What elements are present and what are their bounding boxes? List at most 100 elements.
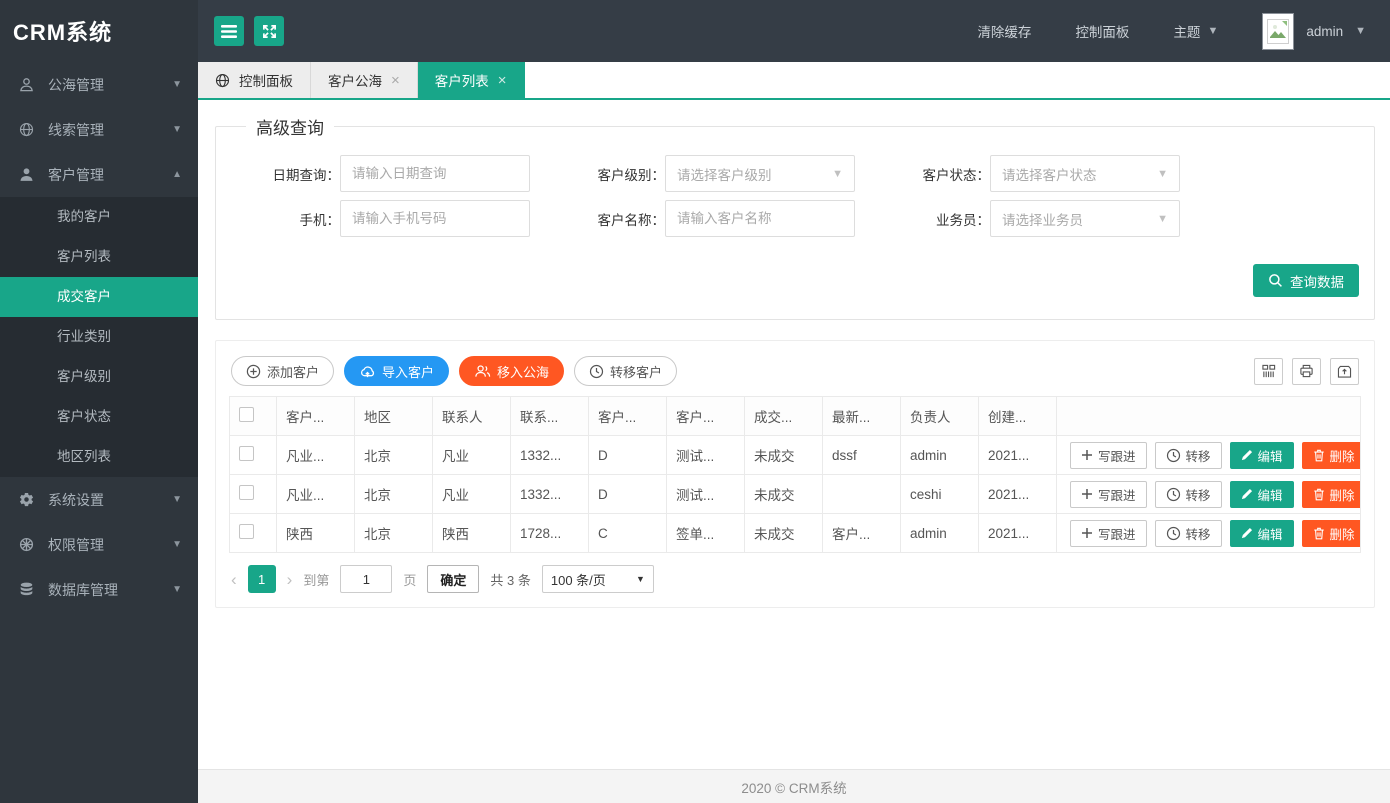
tab-bar: 控制面板客户公海×客户列表× <box>198 62 1390 100</box>
total-count: 共 3 条 <box>490 570 530 589</box>
table-row: 凡业...北京凡业1332...D测试...未成交ceshi2021...写跟进… <box>230 475 1361 514</box>
query-field-salesman: 业务员：请选择业务员▼ <box>878 200 1203 237</box>
table-cell: 2021... <box>979 436 1057 475</box>
sidebar-item-public-sea[interactable]: 公海管理▼ <box>0 62 198 107</box>
button-label: 写跟进 <box>1098 485 1136 504</box>
topbar-link-control-panel[interactable]: 控制面板 <box>1075 21 1129 41</box>
theme-menu[interactable]: 主题 ▼ <box>1173 21 1218 41</box>
move-to-sea-button[interactable]: 移入公海 <box>459 356 564 386</box>
add-customer-button[interactable]: 添加客户 <box>231 356 334 386</box>
query-field-customer-level: 客户级别：请选择客户级别▼ <box>553 155 878 192</box>
sidebar-item-label: 线索管理 <box>48 120 104 140</box>
columns-button[interactable] <box>1254 358 1283 385</box>
row-checkbox-cell <box>230 436 277 475</box>
sidebar-item-customer[interactable]: 客户管理▲ <box>0 152 198 197</box>
collapse-menu-button[interactable] <box>214 16 244 46</box>
transfer-button[interactable]: 转移 <box>1155 442 1222 469</box>
button-label: 删除 <box>1330 524 1355 543</box>
table-row: 陕西北京陕西1728...C签单...未成交客户...admin2021...写… <box>230 514 1361 553</box>
query-field-date: 日期查询： <box>228 155 553 192</box>
tab-customer-sea[interactable]: 客户公海× <box>311 62 418 98</box>
close-icon[interactable]: × <box>391 73 400 88</box>
customer-level-select[interactable]: 请选择客户级别▼ <box>665 155 855 192</box>
button-label: 编辑 <box>1258 485 1283 504</box>
transfer-customer-button[interactable]: 转移客户 <box>574 356 677 386</box>
date-input[interactable] <box>340 155 530 192</box>
per-page-select[interactable]: 100 条/页 ▼ <box>542 565 654 593</box>
actions-header <box>1057 397 1361 436</box>
row-checkbox[interactable] <box>239 446 254 461</box>
follow-up-button[interactable]: 写跟进 <box>1070 442 1147 469</box>
fullscreen-button[interactable] <box>254 16 284 46</box>
topbar-link-clear-cache[interactable]: 清除缓存 <box>977 21 1031 41</box>
transfer-button[interactable]: 转移 <box>1155 520 1222 547</box>
clock-icon <box>1166 448 1181 463</box>
header-checkbox-cell <box>230 397 277 436</box>
salesman-select[interactable]: 请选择业务员▼ <box>990 200 1180 237</box>
delete-button[interactable]: 删除 <box>1302 520 1361 547</box>
tab-customer-list[interactable]: 客户列表× <box>418 62 525 98</box>
table-header-row: 客户...地区联系人联系...客户...客户...成交...最新...负责人创建… <box>230 397 1361 436</box>
transfer-button[interactable]: 转移 <box>1155 481 1222 508</box>
sidebar-subitem-customer-level[interactable]: 客户级别 <box>0 357 198 397</box>
table-cell: 凡业... <box>277 475 355 514</box>
edit-button[interactable]: 编辑 <box>1230 481 1294 508</box>
plus-icon <box>1081 527 1093 539</box>
per-page-value: 100 条/页 <box>551 570 606 589</box>
globe-icon <box>18 122 35 137</box>
tab-control-panel[interactable]: 控制面板 <box>198 62 311 98</box>
sidebar-subitem-customer-list[interactable]: 客户列表 <box>0 237 198 277</box>
row-checkbox[interactable] <box>239 485 254 500</box>
import-customer-button[interactable]: 导入客户 <box>344 356 449 386</box>
sidebar-item-label: 数据库管理 <box>48 580 118 600</box>
table-cell: 签单... <box>667 514 745 553</box>
delete-button[interactable]: 删除 <box>1302 481 1361 508</box>
column-header: 客户... <box>667 397 745 436</box>
sidebar-subitem-industry-category[interactable]: 行业类别 <box>0 317 198 357</box>
user-menu[interactable]: admin ▼ <box>1262 13 1366 50</box>
row-checkbox[interactable] <box>239 524 254 539</box>
pencil-icon <box>1241 488 1253 500</box>
sidebar-subitem-customer-status[interactable]: 客户状态 <box>0 397 198 437</box>
plus-icon <box>1081 449 1093 461</box>
sidebar-item-leads[interactable]: 线索管理▼ <box>0 107 198 152</box>
sidebar-item-label: 客户管理 <box>48 165 104 185</box>
print-icon <box>1299 364 1314 378</box>
print-button[interactable] <box>1292 358 1321 385</box>
sidebar-item-system-settings[interactable]: 系统设置▼ <box>0 477 198 522</box>
field-label: 业务员： <box>878 209 990 229</box>
sidebar-item-permissions[interactable]: 权限管理▼ <box>0 522 198 567</box>
select-all-checkbox[interactable] <box>239 407 254 422</box>
sidebar-subitem-my-customers[interactable]: 我的客户 <box>0 197 198 237</box>
edit-button[interactable]: 编辑 <box>1230 520 1294 547</box>
page-number-button[interactable]: 1 <box>248 565 276 593</box>
sidebar-item-label: 权限管理 <box>48 535 104 555</box>
column-header: 成交... <box>745 397 823 436</box>
next-page-button[interactable]: › <box>287 571 293 588</box>
export-button[interactable] <box>1330 358 1359 385</box>
prev-page-button[interactable]: ‹ <box>231 571 237 588</box>
button-label: 转移 <box>1186 485 1211 504</box>
field-label: 客户状态： <box>878 164 990 184</box>
sidebar-subitem-region-list[interactable]: 地区列表 <box>0 437 198 477</box>
table-cell: 1332... <box>511 475 589 514</box>
chevron-down-icon: ▼ <box>1355 25 1366 37</box>
follow-up-button[interactable]: 写跟进 <box>1070 481 1147 508</box>
table-cell: admin <box>901 436 979 475</box>
follow-up-button[interactable]: 写跟进 <box>1070 520 1147 547</box>
confirm-page-button[interactable]: 确定 <box>427 565 479 593</box>
table-cell: 未成交 <box>745 514 823 553</box>
customer-name-input[interactable] <box>665 200 855 237</box>
delete-button[interactable]: 删除 <box>1302 442 1361 469</box>
table-cell: 北京 <box>355 514 433 553</box>
sidebar-item-database[interactable]: 数据库管理▼ <box>0 567 198 612</box>
search-data-button[interactable]: 查询数据 <box>1253 264 1359 297</box>
close-icon[interactable]: × <box>498 73 507 88</box>
sidebar-subitem-deal-customers[interactable]: 成交客户 <box>0 277 198 317</box>
tab-label: 控制面板 <box>239 70 293 90</box>
mobile-input[interactable] <box>340 200 530 237</box>
goto-page-input[interactable] <box>340 565 392 593</box>
table-cell: 1332... <box>511 436 589 475</box>
customer-status-select[interactable]: 请选择客户状态▼ <box>990 155 1180 192</box>
edit-button[interactable]: 编辑 <box>1230 442 1294 469</box>
